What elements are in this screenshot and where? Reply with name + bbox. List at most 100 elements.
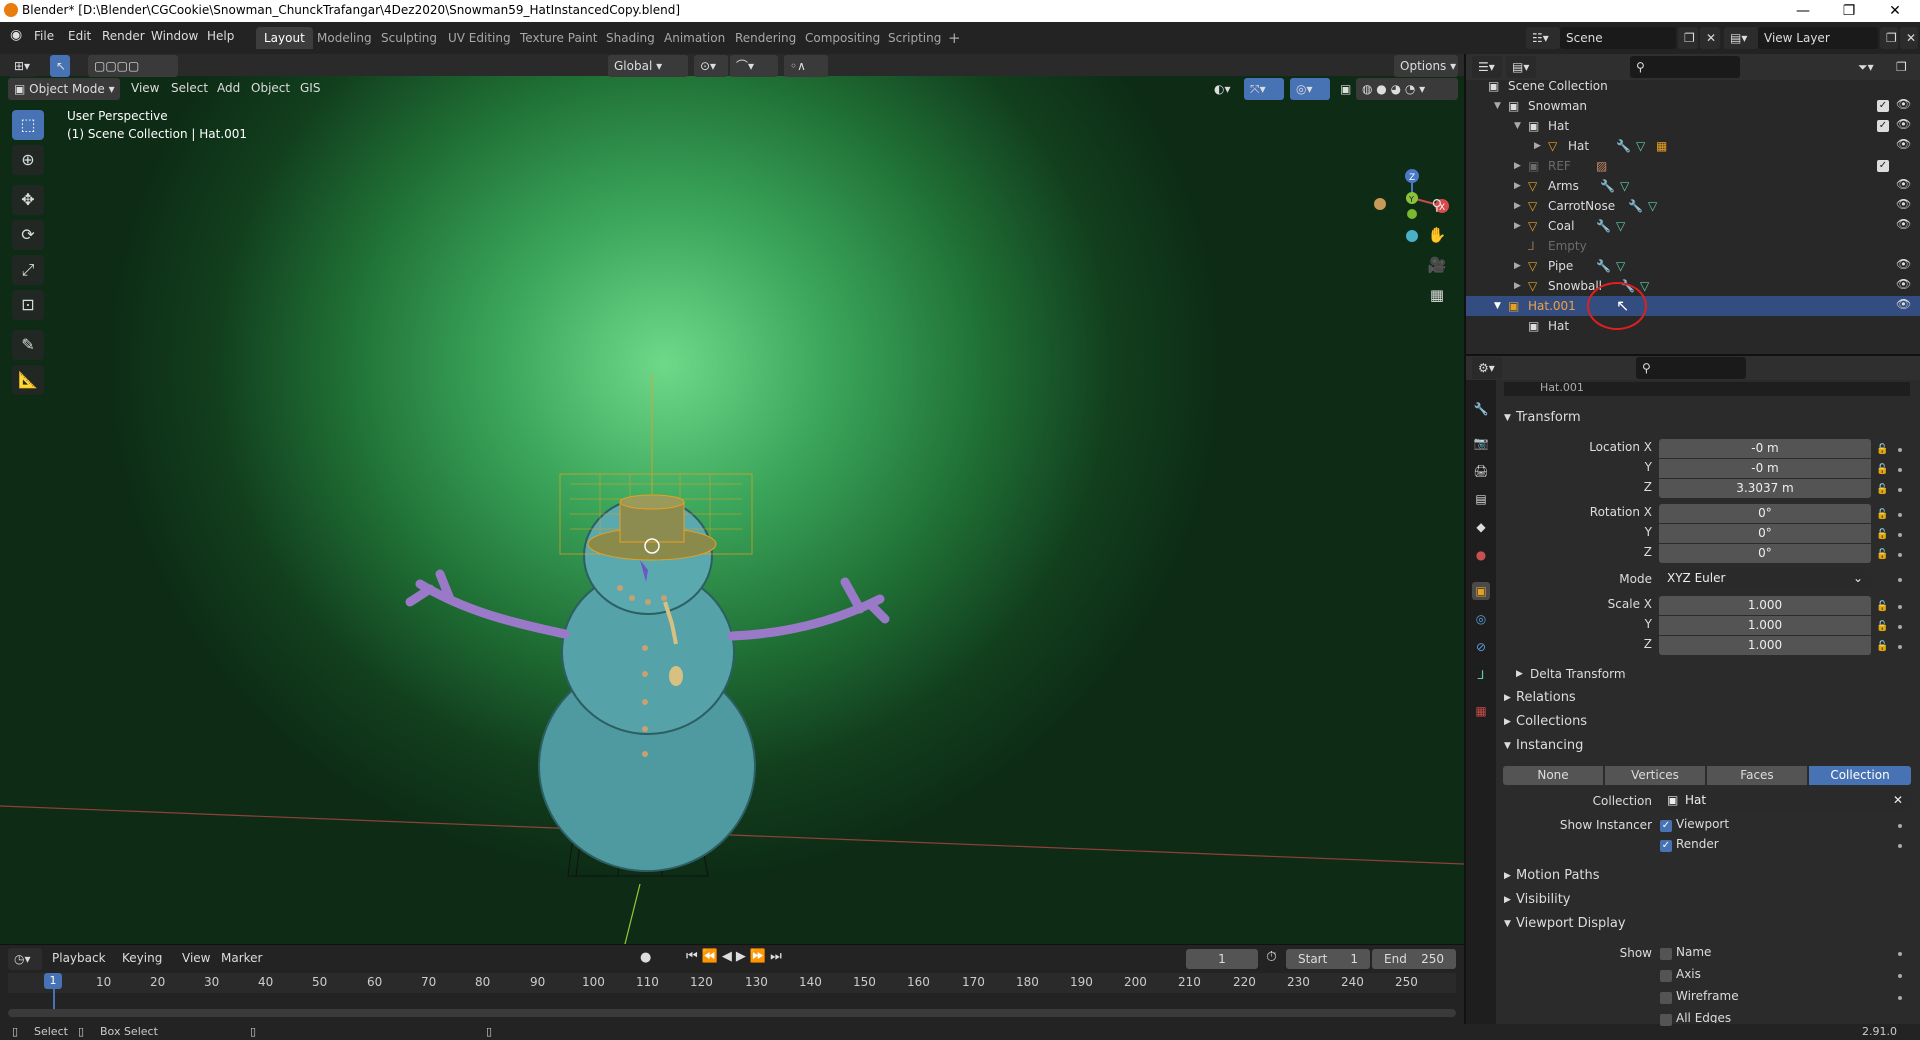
instancing-faces-button[interactable]: Faces <box>1707 766 1807 785</box>
zoom-icon[interactable]: ⚲ <box>1424 192 1450 218</box>
menu-gis[interactable]: GIS <box>300 81 320 95</box>
constraints-tab-icon[interactable]: ⊘ <box>1472 638 1490 656</box>
menu-render[interactable]: Render <box>102 29 145 43</box>
outliner-row-ref[interactable]: ▶ ▣ REF ▨ <box>1466 156 1920 176</box>
blender-menu-icon[interactable]: ◉ <box>10 27 22 43</box>
object-name-field[interactable]: Hat.001 <box>1504 382 1910 396</box>
keyframe-dot[interactable] <box>1898 468 1902 472</box>
world-tab-icon[interactable]: ● <box>1472 546 1490 564</box>
outliner-row-hat-collection[interactable]: ▼ ▣ Hat <box>1466 116 1920 136</box>
keyframe-dot[interactable] <box>1898 844 1902 848</box>
properties-editor-icon[interactable]: ⚙▾ <box>1472 357 1502 379</box>
cursor-tool-icon[interactable]: ⊕ <box>12 145 44 175</box>
menu-add[interactable]: Add <box>217 81 240 95</box>
keyframe-dot[interactable] <box>1898 553 1902 557</box>
rotation-x-field[interactable]: 0° <box>1659 504 1871 523</box>
scene-tab-icon[interactable]: ◆ <box>1472 518 1490 536</box>
delete-scene-icon[interactable]: ✕ <box>1700 27 1720 49</box>
close-button[interactable]: ✕ <box>1872 0 1918 22</box>
tab-shading[interactable]: Shading <box>598 27 663 49</box>
rotate-tool-icon[interactable]: ⟳ <box>12 220 44 250</box>
visibility-icon[interactable]: ◐▾ <box>1208 78 1242 100</box>
menu-keying[interactable]: Keying <box>122 951 162 965</box>
select-tool-icon[interactable]: ↖ <box>50 55 70 77</box>
viewport-display-section-header[interactable]: ▼ Viewport Display <box>1496 912 1920 936</box>
keyframe-dot[interactable] <box>1898 448 1902 452</box>
add-workspace-button[interactable]: + <box>940 27 969 49</box>
eye-icon[interactable]: 👁 <box>1896 97 1911 111</box>
eye-icon[interactable]: 👁 <box>1896 277 1911 291</box>
visibility-section-header[interactable]: ▶ Visibility <box>1496 888 1920 912</box>
menu-playback[interactable]: Playback <box>52 951 106 965</box>
outliner-row-hat-001[interactable]: ▼ ▣ Hat.001 <box>1466 296 1920 316</box>
outliner-row-carrotnose[interactable]: ▶ ▽ CarrotNose 🔧 ▽ <box>1466 196 1920 216</box>
annotate-tool-icon[interactable]: ✎ <box>12 330 44 360</box>
display-mode-icon[interactable]: ▤▾ <box>1506 56 1536 78</box>
menu-file[interactable]: File <box>34 29 54 43</box>
eye-icon[interactable]: 👁 <box>1896 297 1911 311</box>
transform-orientation-dropdown[interactable]: Global ▾ <box>608 55 688 77</box>
instance-collection-field[interactable]: ▣ Hat ✕ <box>1659 791 1911 810</box>
lock-icon[interactable]: 🔓 <box>1876 601 1888 612</box>
menu-marker[interactable]: Marker <box>221 951 262 965</box>
show-axis-checkbox[interactable] <box>1660 970 1672 982</box>
timeline-editor-icon[interactable]: ◷▾ <box>8 948 42 970</box>
relations-section-header[interactable]: ▶ Relations <box>1496 686 1920 710</box>
tool-tab-icon[interactable]: 🔧 <box>1472 400 1490 418</box>
menu-window[interactable]: Window <box>151 29 198 43</box>
outliner-editor-icon[interactable]: ☰▾ <box>1472 56 1502 78</box>
move-tool-icon[interactable]: ✥ <box>12 185 44 215</box>
eye-icon[interactable]: 👁 <box>1896 177 1911 191</box>
minimize-button[interactable]: — <box>1780 0 1826 22</box>
keyframe-dot[interactable] <box>1898 645 1902 649</box>
show-instancer-render-checkbox[interactable]: ✓ <box>1660 840 1672 852</box>
instancing-section-header[interactable]: ▼ Instancing <box>1496 734 1920 758</box>
ortho-toggle-icon[interactable]: ▦ <box>1424 282 1450 308</box>
instancing-collection-button[interactable]: Collection <box>1809 766 1911 785</box>
keyframe-dot[interactable] <box>1898 996 1902 1000</box>
menu-view[interactable]: View <box>131 81 159 95</box>
motion-paths-section-header[interactable]: ▶ Motion Paths <box>1496 864 1920 888</box>
outliner-row-empty[interactable]: ⅃ Empty <box>1466 236 1920 256</box>
camera-view-icon[interactable]: 🎥 <box>1424 252 1450 278</box>
outliner-row-hat-instanced[interactable]: ▣ Hat <box>1466 316 1920 336</box>
keyframe-dot[interactable] <box>1898 824 1902 828</box>
show-name-checkbox[interactable] <box>1660 948 1672 960</box>
selection-mode-icons[interactable]: ▢▢▢▢ <box>88 55 178 77</box>
editor-type-icon[interactable]: ⊞▾ <box>8 55 37 77</box>
physics-tab-icon[interactable]: ◎ <box>1472 610 1490 628</box>
eye-icon[interactable]: 👁 <box>1896 197 1911 211</box>
transform-section-header[interactable]: ▼ Transform <box>1496 406 1920 430</box>
menu-edit[interactable]: Edit <box>68 29 91 43</box>
keyframe-dot[interactable] <box>1898 533 1902 537</box>
lock-icon[interactable]: 🔓 <box>1876 549 1888 560</box>
instancing-vertices-button[interactable]: Vertices <box>1605 766 1705 785</box>
eye-icon[interactable]: 👁 <box>1896 217 1911 231</box>
exclude-checkbox[interactable]: ✓ <box>1877 120 1889 132</box>
start-frame-field[interactable]: Start 1 <box>1286 949 1370 969</box>
playback-controls[interactable]: ⏮⏪◀▶⏩⏭ <box>686 949 786 964</box>
object-mode-dropdown[interactable]: ▣ Object Mode ▾ <box>8 78 120 100</box>
pivot-point-icon[interactable]: ⊙▾ <box>694 55 728 77</box>
tab-animation[interactable]: Animation <box>656 27 733 49</box>
instancing-none-button[interactable]: None <box>1503 766 1603 785</box>
show-all-edges-checkbox[interactable] <box>1660 1014 1672 1026</box>
proportional-edit-icon[interactable]: ◦∧ <box>784 55 828 77</box>
lock-icon[interactable]: 🔓 <box>1876 444 1888 455</box>
tab-sculpting[interactable]: Sculpting <box>373 27 445 49</box>
record-icon[interactable]: ● <box>640 950 651 965</box>
outliner-row-snowball[interactable]: ▶ ▽ Snowball 🔧 ▽ <box>1466 276 1920 296</box>
collections-section-header[interactable]: ▶ Collections <box>1496 710 1920 734</box>
measure-tool-icon[interactable]: 📐 <box>12 365 44 395</box>
view-layer-name-field[interactable]: View Layer <box>1758 27 1878 49</box>
scene-selector-icon[interactable]: ☷▾ <box>1526 27 1560 49</box>
object-data-tab-icon[interactable]: ⅃ <box>1472 666 1490 684</box>
tab-compositing[interactable]: Compositing <box>797 27 888 49</box>
area-divider[interactable] <box>1464 54 1466 1024</box>
keyframe-dot[interactable] <box>1898 513 1902 517</box>
3d-viewport[interactable]: Z X Y User Perspective (1) Scene Collect… <box>0 54 1464 944</box>
options-dropdown[interactable]: Options ▾ <box>1394 55 1458 77</box>
location-x-field[interactable]: -0 m <box>1659 439 1871 458</box>
tab-rendering[interactable]: Rendering <box>727 27 804 49</box>
properties-search-input[interactable]: ⚲ <box>1636 357 1746 379</box>
